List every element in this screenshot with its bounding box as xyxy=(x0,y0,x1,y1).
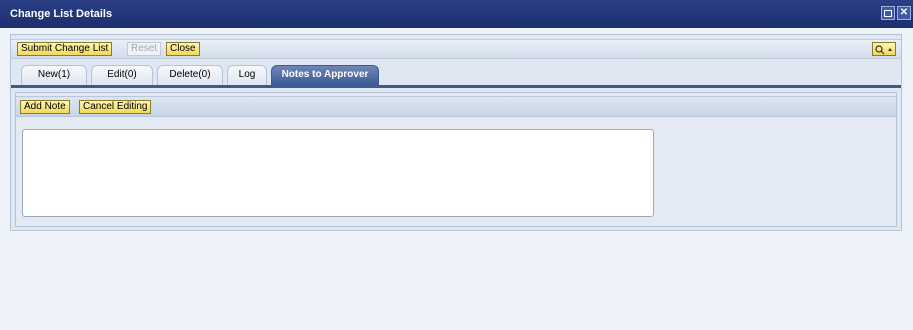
window-title: Change List Details xyxy=(10,8,113,20)
maximize-icon[interactable] xyxy=(881,6,895,20)
reset-button: Reset xyxy=(127,42,162,56)
tab-underline xyxy=(11,85,901,88)
personalize-icon[interactable] xyxy=(872,42,896,56)
submit-change-list-button[interactable]: Submit Change List xyxy=(17,42,113,56)
add-note-button[interactable]: Add Note xyxy=(20,100,70,114)
window-controls: ✕ xyxy=(881,6,911,20)
tab-delete[interactable]: Delete(0) xyxy=(157,65,223,85)
change-list-panel: Submit Change List Reset Close New(1) Ed… xyxy=(10,34,902,231)
tab-edit[interactable]: Edit(0) xyxy=(91,65,153,85)
tab-log[interactable]: Log xyxy=(227,65,267,85)
note-text-area[interactable] xyxy=(22,129,654,217)
tab-notes-to-approver[interactable]: Notes to Approver xyxy=(271,65,379,85)
close-button[interactable]: Close xyxy=(166,42,200,56)
tab-new[interactable]: New(1) xyxy=(21,65,87,85)
window-title-bar: Change List Details ✕ xyxy=(0,0,913,28)
main-toolbar: Submit Change List Reset Close xyxy=(11,39,901,59)
cancel-editing-button[interactable]: Cancel Editing xyxy=(79,100,152,114)
close-icon[interactable]: ✕ xyxy=(897,6,911,20)
notes-content: Add Note Cancel Editing xyxy=(15,92,897,227)
notes-toolbar: Add Note Cancel Editing xyxy=(16,96,896,117)
